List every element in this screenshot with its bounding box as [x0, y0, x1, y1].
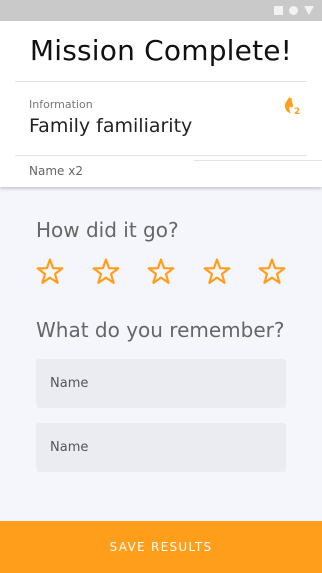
star-outline-icon[interactable] [202, 257, 232, 287]
name-field-1[interactable] [36, 359, 286, 408]
divider [15, 155, 307, 156]
status-triangle-icon [304, 6, 314, 15]
star-outline-icon[interactable] [146, 257, 176, 287]
page-title: Mission Complete! [29, 34, 293, 67]
memory-question: What do you remember? [36, 318, 285, 342]
status-bar-icons [274, 5, 314, 16]
info-label: Information [29, 98, 93, 111]
status-square-icon [274, 6, 283, 15]
name-field-2[interactable] [36, 423, 286, 472]
fire-badge: 2 [294, 107, 300, 116]
star-outline-icon[interactable] [257, 257, 287, 287]
name-count: Name x2 [29, 164, 83, 178]
star-outline-icon[interactable] [91, 257, 121, 287]
save-results-button[interactable]: SAVE RESULTS [0, 521, 322, 573]
rating-question: How did it go? [36, 218, 179, 242]
divider [15, 81, 307, 82]
fire-icon: 2 [285, 95, 300, 116]
divider [194, 160, 322, 161]
star-outline-icon[interactable] [35, 257, 65, 287]
info-value: Family familiarity [29, 115, 193, 137]
mission-summary-card: Mission Complete! Information Family fam… [0, 21, 322, 187]
star-rating [0, 257, 322, 289]
status-bar [0, 0, 322, 21]
status-circle-icon [289, 6, 298, 15]
